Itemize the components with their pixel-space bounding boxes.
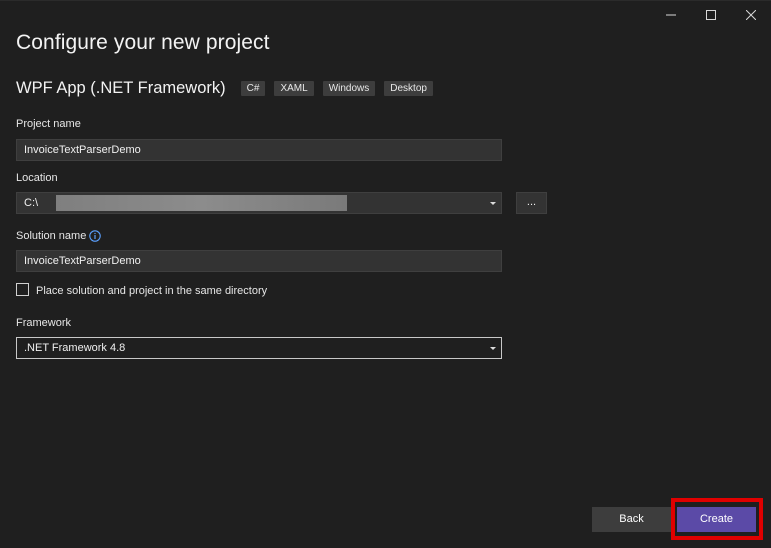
template-header: WPF App (.NET Framework) C# XAML Windows…: [16, 79, 442, 98]
location-value: C:\: [24, 197, 39, 209]
back-button[interactable]: Back: [592, 507, 671, 532]
configure-project-window: Configure your new project WPF App (.NET…: [0, 0, 771, 548]
maximize-button[interactable]: [691, 1, 731, 29]
chevron-down-icon[interactable]: [490, 202, 496, 205]
same-directory-checkbox[interactable]: [16, 283, 29, 296]
project-name-label: Project name: [16, 118, 81, 130]
close-icon: [746, 10, 756, 20]
template-tag: C#: [240, 81, 266, 96]
framework-value: .NET Framework 4.8: [24, 342, 126, 354]
chevron-down-icon[interactable]: [490, 347, 496, 350]
info-icon[interactable]: [89, 230, 101, 242]
template-tag: Windows: [322, 81, 376, 96]
location-label: Location: [16, 172, 58, 184]
template-name: WPF App (.NET Framework): [16, 79, 226, 97]
framework-combobox[interactable]: .NET Framework 4.8: [16, 337, 502, 359]
same-directory-label[interactable]: Place solution and project in the same d…: [36, 285, 267, 297]
minimize-button[interactable]: [651, 1, 691, 29]
window-caption-buttons: [651, 1, 771, 29]
minimize-icon: [666, 14, 676, 16]
redacted-path: [56, 195, 347, 211]
solution-name-label: Solution name: [16, 230, 87, 242]
template-tag: Desktop: [384, 81, 433, 96]
template-tag: XAML: [274, 81, 314, 96]
maximize-icon: [706, 10, 716, 20]
close-button[interactable]: [731, 1, 771, 29]
location-combobox[interactable]: C:\: [16, 192, 502, 214]
browse-location-button[interactable]: ...: [516, 192, 547, 214]
solution-name-input[interactable]: InvoiceTextParserDemo: [16, 250, 502, 272]
page-title: Configure your new project: [16, 31, 270, 54]
create-button-highlight: [671, 498, 763, 540]
project-name-input[interactable]: InvoiceTextParserDemo: [16, 139, 502, 161]
framework-label: Framework: [16, 317, 72, 329]
